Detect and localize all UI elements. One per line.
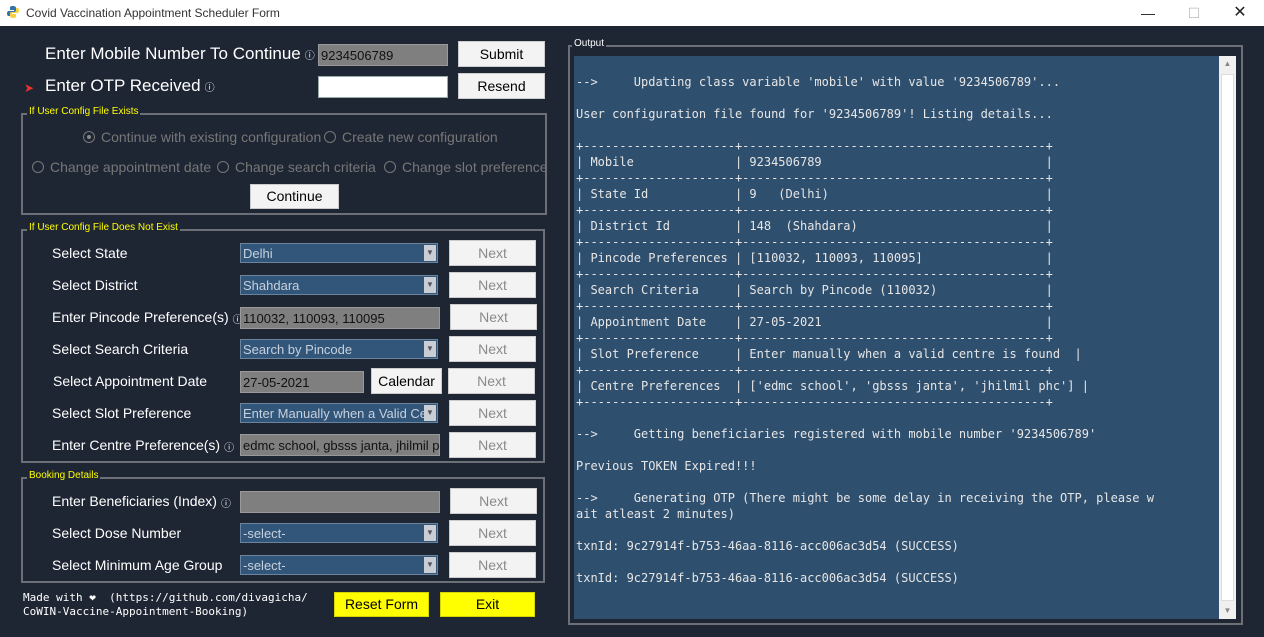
radio-change-search[interactable]: Change search criteria — [217, 159, 376, 175]
centre-preference-input[interactable]: edmc school, gbsss janta, jhilmil p — [240, 434, 440, 456]
mobile-number-label: Enter Mobile Number To Continue ⓘ — [45, 44, 315, 64]
chevron-down-icon: ▼ — [424, 277, 436, 293]
made-with-text: Made with ❤ (https://github.com/divagich… — [23, 591, 308, 618]
radio-label: Change slot preference — [402, 159, 548, 175]
appointment-date-label: Select Appointment Date — [53, 373, 208, 389]
title-bar: Covid Vaccination Appointment Scheduler … — [0, 0, 1264, 26]
search-criteria-select[interactable]: Search by Pincode ▼ — [240, 339, 438, 359]
pincode-input[interactable]: 110032, 110093, 110095 — [240, 307, 440, 329]
dose-number-select[interactable]: -select- ▼ — [240, 523, 438, 543]
district-select[interactable]: Shahdara ▼ — [240, 275, 438, 295]
district-select-value: Shahdara — [243, 278, 300, 293]
centre-preference-label-text: Enter Centre Preference(s) — [52, 437, 221, 453]
output-console[interactable]: --> Updating class variable 'mobile' wit… — [574, 56, 1219, 619]
calendar-button[interactable]: Calendar — [371, 368, 442, 394]
chevron-down-icon: ▼ — [424, 341, 436, 357]
exit-button[interactable]: Exit — [440, 592, 535, 617]
info-icon: ⓘ — [304, 51, 315, 63]
beneficiaries-input[interactable] — [240, 491, 440, 513]
min-age-select[interactable]: -select- ▼ — [240, 555, 438, 575]
scrollbar-thumb[interactable] — [1221, 74, 1234, 601]
mobile-number-input[interactable]: 9234506789 — [318, 44, 448, 66]
submit-button[interactable]: Submit — [458, 41, 545, 67]
min-age-select-value: -select- — [243, 558, 286, 573]
radio-label: Continue with existing configuration — [101, 129, 322, 145]
python-app-icon — [7, 6, 19, 18]
minimize-button[interactable]: — — [1125, 0, 1171, 26]
search-criteria-label: Select Search Criteria — [52, 341, 189, 357]
min-age-label: Select Minimum Age Group — [52, 557, 223, 573]
appointment-date-input[interactable]: 27-05-2021 — [240, 371, 364, 393]
pincode-label: Enter Pincode Preference(s) ⓘ — [52, 309, 243, 326]
state-next-button[interactable]: Next — [449, 240, 536, 266]
radio-continue-existing[interactable]: Continue with existing configuration — [83, 129, 321, 145]
chevron-down-icon: ▼ — [424, 405, 436, 421]
chevron-down-icon: ▼ — [424, 245, 436, 261]
state-label: Select State — [52, 245, 128, 261]
dose-number-next-button[interactable]: Next — [449, 520, 536, 546]
radio-label: Change search criteria — [235, 159, 376, 175]
config-new-title: If User Config File Does Not Exist — [27, 222, 180, 233]
scroll-up-icon[interactable]: ▲ — [1219, 56, 1236, 72]
radio-change-date[interactable]: Change appointment date — [32, 159, 211, 175]
radio-icon — [217, 161, 229, 173]
info-icon: ⓘ — [224, 442, 235, 454]
appointment-date-next-button[interactable]: Next — [448, 368, 535, 394]
output-log-text: --> Updating class variable 'mobile' wit… — [576, 75, 1154, 585]
chevron-down-icon: ▼ — [424, 525, 436, 541]
output-scrollbar[interactable]: ▲ ▼ — [1219, 56, 1236, 619]
info-icon: ⓘ — [204, 83, 215, 95]
district-next-button[interactable]: Next — [449, 272, 536, 298]
radio-icon — [384, 161, 396, 173]
output-title: Output — [572, 38, 607, 49]
otp-label-text: Enter OTP Received — [45, 76, 201, 95]
min-age-next-button[interactable]: Next — [449, 552, 536, 578]
beneficiaries-label: Enter Beneficiaries (Index) ⓘ — [52, 493, 231, 510]
state-select[interactable]: Delhi ▼ — [240, 243, 438, 263]
beneficiaries-next-button[interactable]: Next — [450, 488, 537, 514]
dose-number-label: Select Dose Number — [52, 525, 182, 541]
district-label: Select District — [52, 277, 138, 293]
pincode-label-text: Enter Pincode Preference(s) — [52, 309, 229, 325]
reset-form-button[interactable]: Reset Form — [334, 592, 429, 617]
radio-icon — [32, 161, 44, 173]
slot-preference-select-value: Enter Manually when a Valid Ce — [243, 406, 428, 421]
app-window: Enter Mobile Number To Continue ⓘ 9234506… — [0, 26, 1264, 637]
slot-preference-label: Select Slot Preference — [52, 405, 192, 421]
pincode-next-button[interactable]: Next — [450, 304, 537, 330]
radio-label: Create new configuration — [342, 129, 498, 145]
radio-icon — [324, 131, 336, 143]
booking-title: Booking Details — [27, 470, 101, 481]
otp-input[interactable] — [318, 76, 448, 98]
radio-change-slot[interactable]: Change slot preference — [384, 159, 548, 175]
centre-preference-label: Enter Centre Preference(s) ⓘ — [52, 437, 234, 454]
info-icon: ⓘ — [220, 498, 231, 510]
dose-number-select-value: -select- — [243, 526, 286, 541]
scroll-down-icon[interactable]: ▼ — [1219, 603, 1236, 619]
slot-preference-next-button[interactable]: Next — [449, 400, 536, 426]
current-step-arrow-icon: ➤ — [24, 81, 35, 95]
beneficiaries-label-text: Enter Beneficiaries (Index) — [52, 493, 217, 509]
radio-selected-icon — [83, 131, 95, 143]
resend-button[interactable]: Resend — [458, 73, 545, 99]
continue-button[interactable]: Continue — [250, 184, 339, 209]
radio-create-new[interactable]: Create new configuration — [324, 129, 498, 145]
mobile-number-label-text: Enter Mobile Number To Continue — [45, 44, 301, 63]
slot-preference-select[interactable]: Enter Manually when a Valid Ce ▼ — [240, 403, 438, 423]
radio-label: Change appointment date — [50, 159, 212, 175]
search-criteria-next-button[interactable]: Next — [449, 336, 536, 362]
chevron-down-icon: ▼ — [424, 557, 436, 573]
otp-label: Enter OTP Received ⓘ — [45, 76, 215, 96]
close-button[interactable]: ✕ — [1217, 0, 1263, 26]
window-title: Covid Vaccination Appointment Scheduler … — [26, 6, 280, 20]
state-select-value: Delhi — [243, 246, 273, 261]
config-exists-title: If User Config File Exists — [27, 106, 141, 117]
search-criteria-select-value: Search by Pincode — [243, 342, 353, 357]
centre-preference-next-button[interactable]: Next — [449, 432, 536, 458]
maximize-button[interactable]: ☐ — [1171, 0, 1217, 26]
